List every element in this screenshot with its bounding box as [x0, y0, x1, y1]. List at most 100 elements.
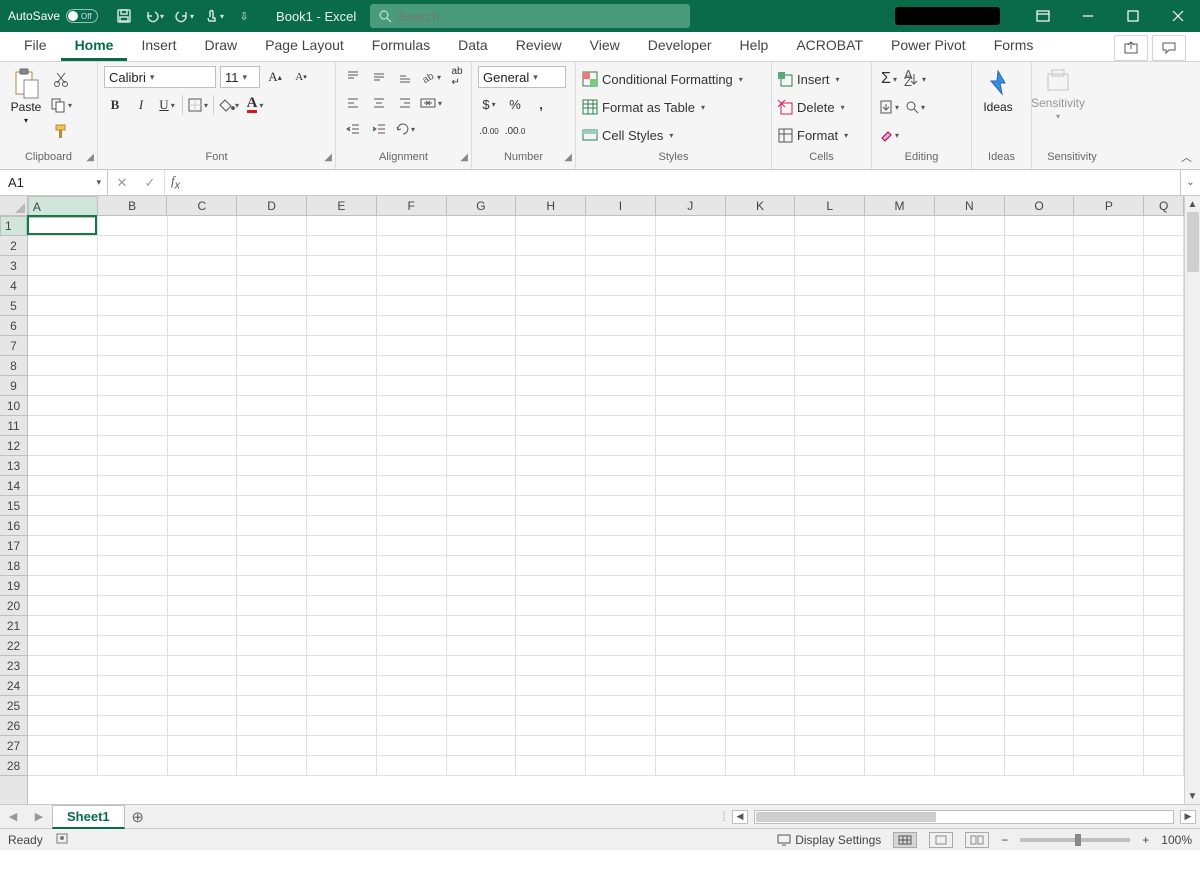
- cell-D25[interactable]: [237, 696, 307, 716]
- cell-N26[interactable]: [935, 716, 1005, 736]
- cell-A19[interactable]: [28, 576, 98, 596]
- save-button[interactable]: [112, 4, 136, 28]
- cell-G22[interactable]: [447, 636, 517, 656]
- cell-G2[interactable]: [447, 236, 517, 256]
- cell-J4[interactable]: [656, 276, 726, 296]
- cell-P21[interactable]: [1074, 616, 1144, 636]
- worksheet-grid[interactable]: ABCDEFGHIJKLMNOPQ 1234567891011121314151…: [0, 196, 1200, 804]
- cell-L19[interactable]: [795, 576, 865, 596]
- cell-B13[interactable]: [98, 456, 168, 476]
- cell-H8[interactable]: [516, 356, 586, 376]
- cell-I3[interactable]: [586, 256, 656, 276]
- cell-K14[interactable]: [726, 476, 796, 496]
- cell-H2[interactable]: [516, 236, 586, 256]
- cell-B26[interactable]: [98, 716, 168, 736]
- cell-C14[interactable]: [168, 476, 238, 496]
- cell-B18[interactable]: [98, 556, 168, 576]
- cell-D7[interactable]: [237, 336, 307, 356]
- cell-L26[interactable]: [795, 716, 865, 736]
- cell-E24[interactable]: [307, 676, 377, 696]
- cell-M23[interactable]: [865, 656, 935, 676]
- cell-G25[interactable]: [447, 696, 517, 716]
- cell-H11[interactable]: [516, 416, 586, 436]
- cell-A17[interactable]: [28, 536, 98, 556]
- cell-H22[interactable]: [516, 636, 586, 656]
- cell-H3[interactable]: [516, 256, 586, 276]
- cell-G6[interactable]: [447, 316, 517, 336]
- cell-G7[interactable]: [447, 336, 517, 356]
- cell-C26[interactable]: [168, 716, 238, 736]
- cell-C8[interactable]: [168, 356, 238, 376]
- cell-E21[interactable]: [307, 616, 377, 636]
- cell-Q23[interactable]: [1144, 656, 1184, 676]
- cell-G16[interactable]: [447, 516, 517, 536]
- cell-O6[interactable]: [1005, 316, 1075, 336]
- tab-power-pivot[interactable]: Power Pivot: [877, 31, 980, 61]
- cell-Q9[interactable]: [1144, 376, 1184, 396]
- cell-B1[interactable]: [98, 216, 168, 236]
- maximize-button[interactable]: [1110, 0, 1155, 32]
- cell-D13[interactable]: [237, 456, 307, 476]
- cell-G24[interactable]: [447, 676, 517, 696]
- cell-F5[interactable]: [377, 296, 447, 316]
- cell-N6[interactable]: [935, 316, 1005, 336]
- cell-Q2[interactable]: [1144, 236, 1184, 256]
- find-select-button[interactable]: [904, 96, 926, 118]
- cell-E2[interactable]: [307, 236, 377, 256]
- column-header-C[interactable]: C: [167, 196, 237, 215]
- cell-E16[interactable]: [307, 516, 377, 536]
- cell-I12[interactable]: [586, 436, 656, 456]
- cell-Q6[interactable]: [1144, 316, 1184, 336]
- cell-A7[interactable]: [28, 336, 98, 356]
- cell-C16[interactable]: [168, 516, 238, 536]
- cell-D10[interactable]: [237, 396, 307, 416]
- cell-M26[interactable]: [865, 716, 935, 736]
- cell-N27[interactable]: [935, 736, 1005, 756]
- cell-H10[interactable]: [516, 396, 586, 416]
- cell-L8[interactable]: [795, 356, 865, 376]
- cell-O18[interactable]: [1005, 556, 1075, 576]
- shrink-font-button[interactable]: A▾: [290, 66, 312, 88]
- cell-O11[interactable]: [1005, 416, 1075, 436]
- cell-E28[interactable]: [307, 756, 377, 776]
- cell-B12[interactable]: [98, 436, 168, 456]
- cell-N19[interactable]: [935, 576, 1005, 596]
- autosum-button[interactable]: Σ: [878, 68, 900, 90]
- touch-mode-button[interactable]: ▾: [202, 4, 226, 28]
- cell-J5[interactable]: [656, 296, 726, 316]
- cell-J27[interactable]: [656, 736, 726, 756]
- delete-cells-button[interactable]: Delete: [778, 96, 864, 118]
- cell-N3[interactable]: [935, 256, 1005, 276]
- zoom-level[interactable]: 100%: [1161, 833, 1192, 847]
- cell-C23[interactable]: [168, 656, 238, 676]
- cell-P22[interactable]: [1074, 636, 1144, 656]
- cell-I1[interactable]: [586, 216, 656, 236]
- cell-D16[interactable]: [237, 516, 307, 536]
- cell-E25[interactable]: [307, 696, 377, 716]
- cell-E27[interactable]: [307, 736, 377, 756]
- align-center-button[interactable]: [368, 92, 390, 114]
- cell-C18[interactable]: [168, 556, 238, 576]
- cell-A8[interactable]: [28, 356, 98, 376]
- cell-N2[interactable]: [935, 236, 1005, 256]
- cell-J20[interactable]: [656, 596, 726, 616]
- cell-O28[interactable]: [1005, 756, 1075, 776]
- horizontal-scrollbar[interactable]: [754, 810, 1174, 824]
- cell-F3[interactable]: [377, 256, 447, 276]
- cell-Q8[interactable]: [1144, 356, 1184, 376]
- clipboard-launcher[interactable]: ◢: [86, 152, 94, 163]
- cell-E17[interactable]: [307, 536, 377, 556]
- cell-I7[interactable]: [586, 336, 656, 356]
- cell-O16[interactable]: [1005, 516, 1075, 536]
- cell-B25[interactable]: [98, 696, 168, 716]
- cell-K3[interactable]: [726, 256, 796, 276]
- tab-acrobat[interactable]: ACROBAT: [782, 31, 877, 61]
- fx-icon[interactable]: fx: [171, 173, 180, 192]
- cell-H25[interactable]: [516, 696, 586, 716]
- cell-D19[interactable]: [237, 576, 307, 596]
- cell-L25[interactable]: [795, 696, 865, 716]
- cell-L27[interactable]: [795, 736, 865, 756]
- cell-A27[interactable]: [28, 736, 98, 756]
- row-header-1[interactable]: 1: [0, 216, 27, 236]
- cell-Q7[interactable]: [1144, 336, 1184, 356]
